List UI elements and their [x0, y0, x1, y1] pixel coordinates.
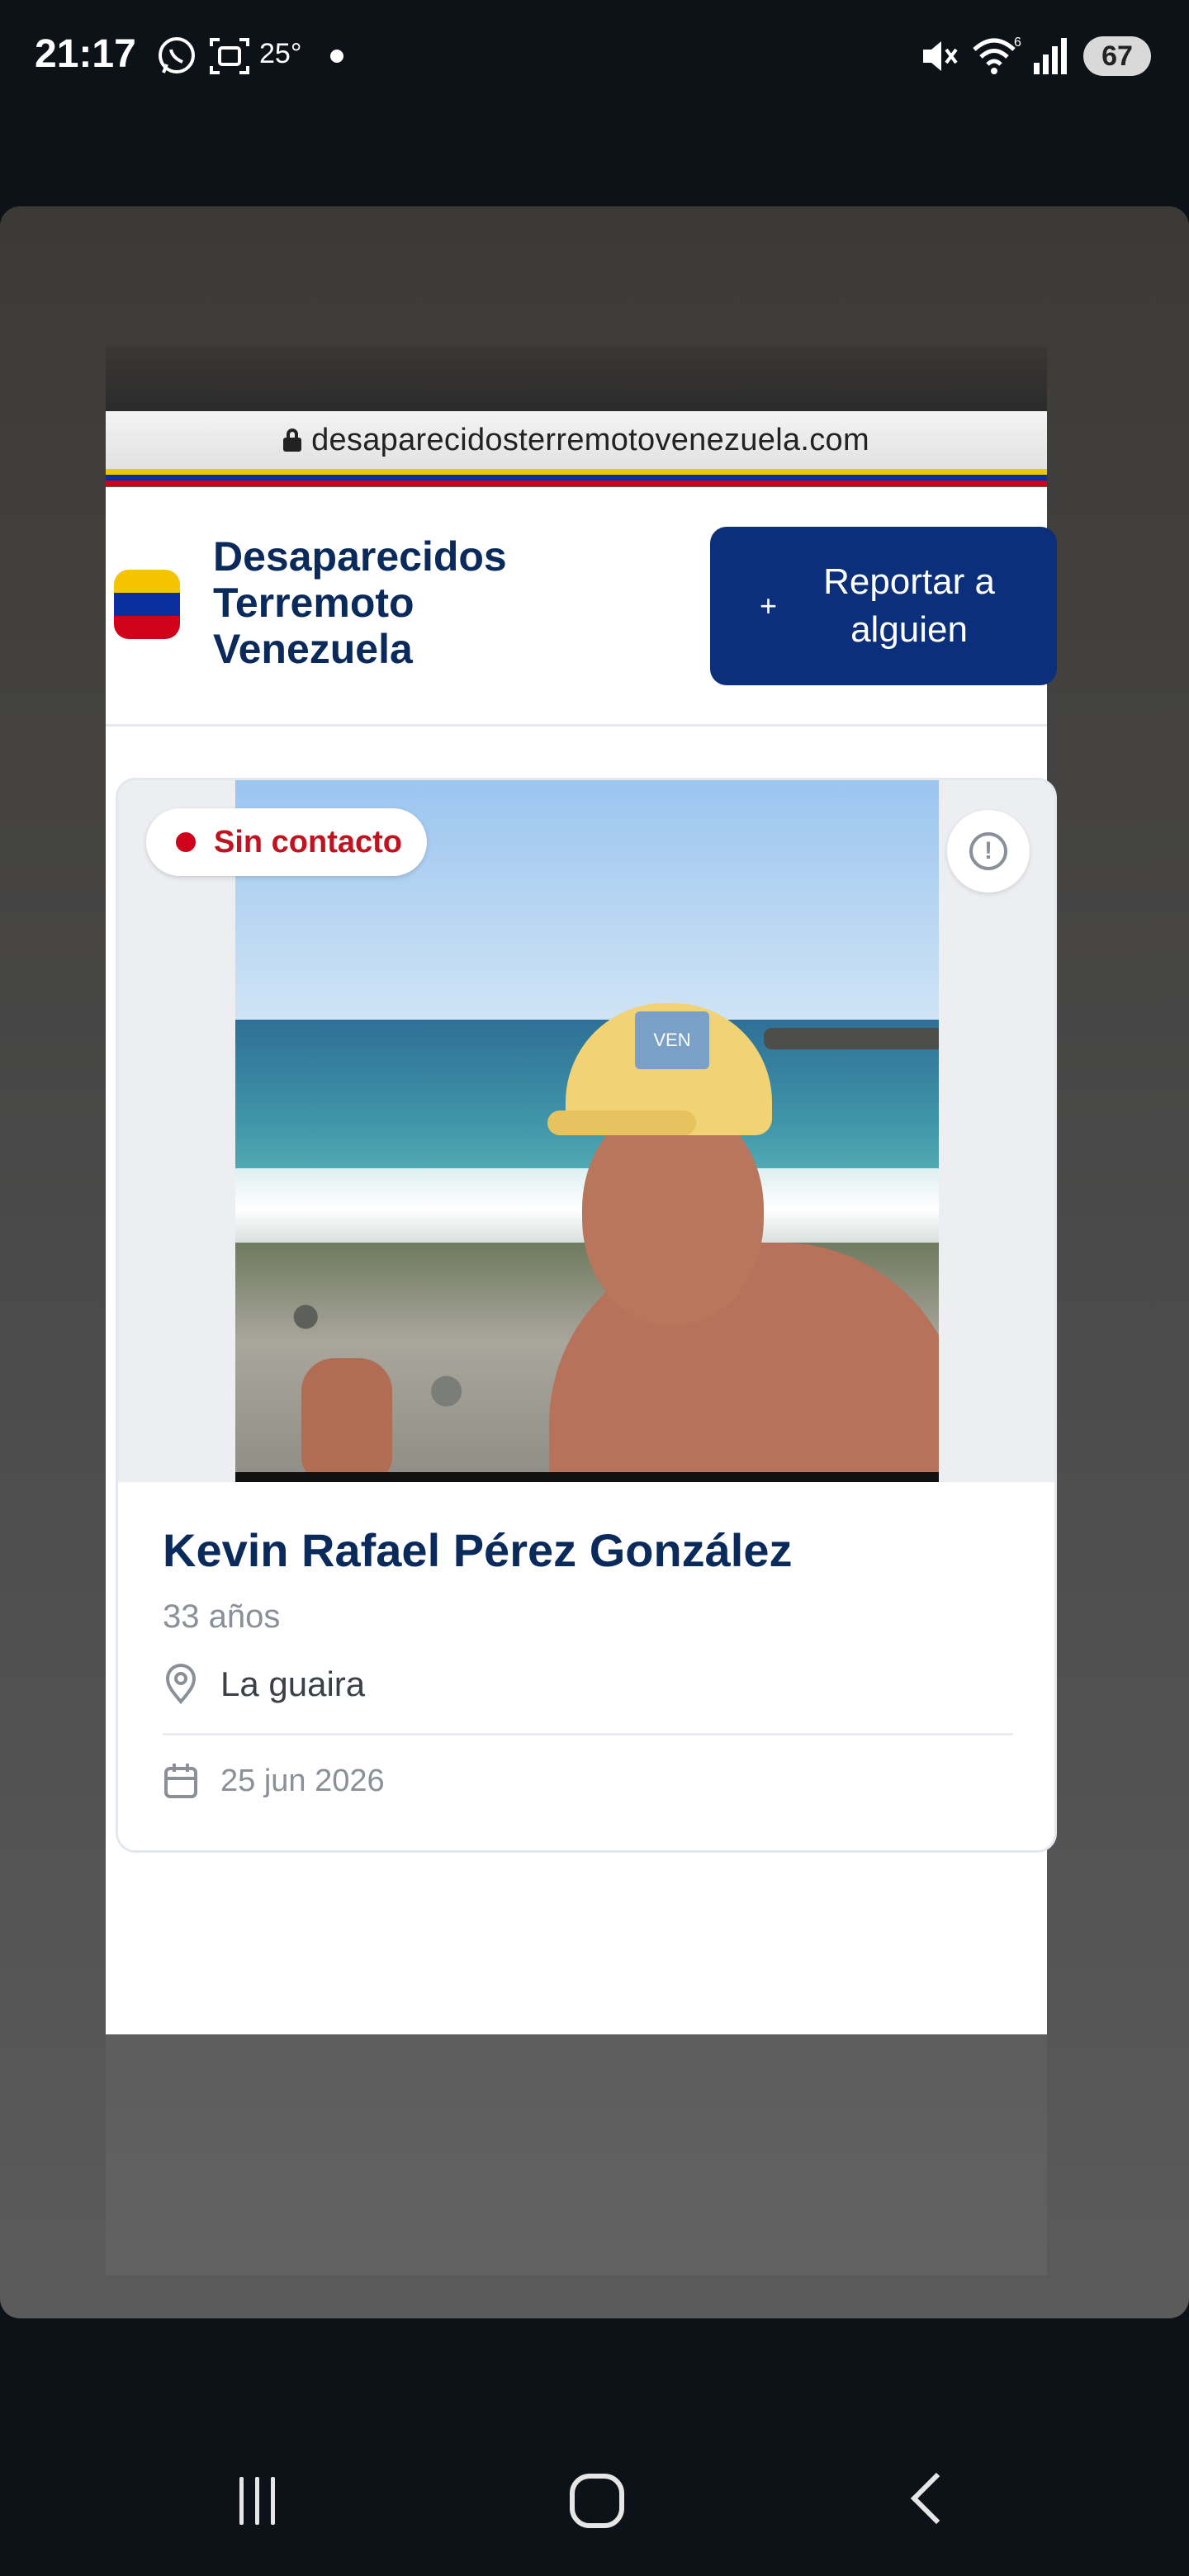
location-row: La guaira [163, 1664, 1021, 1705]
url-text: desaparecidosterremotovenezuela.com [311, 422, 869, 457]
person-info: Kevin Rafael Pérez González 33 años La g… [163, 1523, 1021, 1800]
site-title-line1: Desaparecidos [213, 533, 507, 580]
status-label: Sin contacto [214, 824, 403, 859]
notification-dot [330, 50, 343, 63]
site-title[interactable]: Desaparecidos Terremoto Venezuela [213, 533, 560, 672]
system-nav-bar [0, 2444, 1189, 2576]
whatsapp-icon [159, 37, 195, 73]
back-icon[interactable] [910, 2472, 963, 2525]
bottom-area [106, 2034, 1047, 2275]
person-photo: VEN [235, 780, 939, 1482]
site-title-line2: Terremoto [213, 580, 414, 626]
status-badge: Sin contacto [146, 808, 428, 876]
photo-area: VEN Sin contacto ! [118, 780, 1054, 1482]
browser-url-bar[interactable]: desaparecidosterremotovenezuela.com [106, 411, 1047, 469]
web-page: Desaparecidos Terremoto Venezuela + Repo… [106, 487, 1057, 2034]
site-header: Desaparecidos Terremoto Venezuela + Repo… [106, 487, 1057, 727]
alert-circle-icon: ! [969, 832, 1007, 870]
venezuela-flag-logo[interactable] [114, 570, 180, 639]
missing-person-card[interactable]: VEN Sin contacto ! Kevin Rafael Pérez Go… [116, 778, 1057, 1853]
image-viewer: desaparecidosterremotovenezuela.com Desa… [0, 206, 1189, 2318]
person-age: 33 años [163, 1598, 281, 1635]
person-name: Kevin Rafael Pérez González [163, 1524, 793, 1576]
site-title-line3: Venezuela [213, 626, 413, 672]
person-location: La guaira [220, 1664, 366, 1703]
status-time: 21:17 [35, 32, 136, 76]
screenshot-frame: desaparecidosterremotovenezuela.com Desa… [106, 347, 1057, 2275]
status-dot [176, 832, 196, 852]
recents-icon[interactable] [239, 2477, 275, 2525]
status-bar: 21:17 25° 6 67 [0, 0, 1189, 116]
wifi-badge: 6 [1014, 36, 1021, 50]
mute-icon [923, 41, 958, 71]
flag-stripe [106, 469, 1047, 487]
signal-icon [1034, 38, 1067, 74]
date-row: 25 jun 2026 [163, 1762, 1021, 1800]
report-button-label: Reportar a alguien [823, 561, 995, 650]
plus-icon: + [760, 589, 778, 623]
battery-indicator: 67 [1083, 36, 1151, 76]
wifi-icon: 6 [973, 36, 1021, 74]
calendar-icon [164, 1764, 197, 1798]
cap-logo: VEN [635, 1011, 709, 1069]
top-fade [106, 347, 1047, 411]
status-temperature: 25° [259, 38, 302, 69]
screenshot-icon [210, 38, 249, 74]
report-issue-button[interactable]: ! [947, 810, 1030, 893]
home-icon[interactable] [570, 2474, 624, 2528]
report-someone-button[interactable]: + Reportar a alguien [710, 527, 1057, 685]
map-pin-icon [165, 1664, 197, 1705]
divider [163, 1733, 1013, 1735]
report-date: 25 jun 2026 [220, 1763, 385, 1798]
lock-icon [283, 429, 302, 452]
